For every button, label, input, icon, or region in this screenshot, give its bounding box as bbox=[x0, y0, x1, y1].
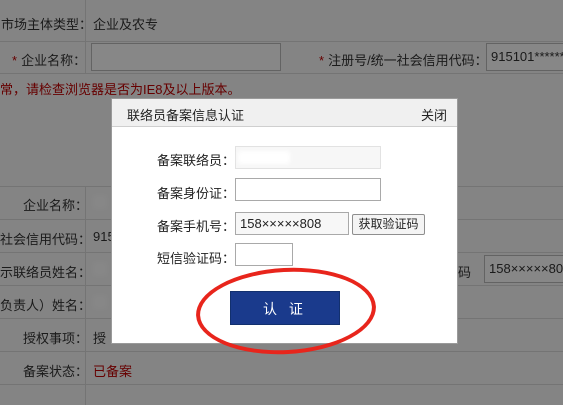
close-button[interactable]: 关闭 bbox=[421, 105, 447, 124]
sms-code-input[interactable] bbox=[235, 243, 293, 266]
verify-button[interactable]: 认 证 bbox=[230, 291, 340, 325]
dialog-header: 联络员备案信息认证 关闭 bbox=[112, 99, 457, 127]
id-number-input[interactable] bbox=[235, 178, 381, 201]
contact-label: 备案联络员： bbox=[157, 153, 236, 168]
id-label: 备案身份证： bbox=[157, 186, 236, 201]
sms-label: 短信验证码： bbox=[157, 251, 236, 266]
dialog-title: 联络员备案信息认证 bbox=[127, 108, 245, 123]
redacted-value bbox=[238, 151, 290, 164]
get-code-button[interactable]: 获取验证码 bbox=[352, 214, 425, 235]
phone-label: 备案手机号： bbox=[157, 219, 236, 234]
phone-input[interactable]: 158×××××808 bbox=[235, 212, 349, 235]
